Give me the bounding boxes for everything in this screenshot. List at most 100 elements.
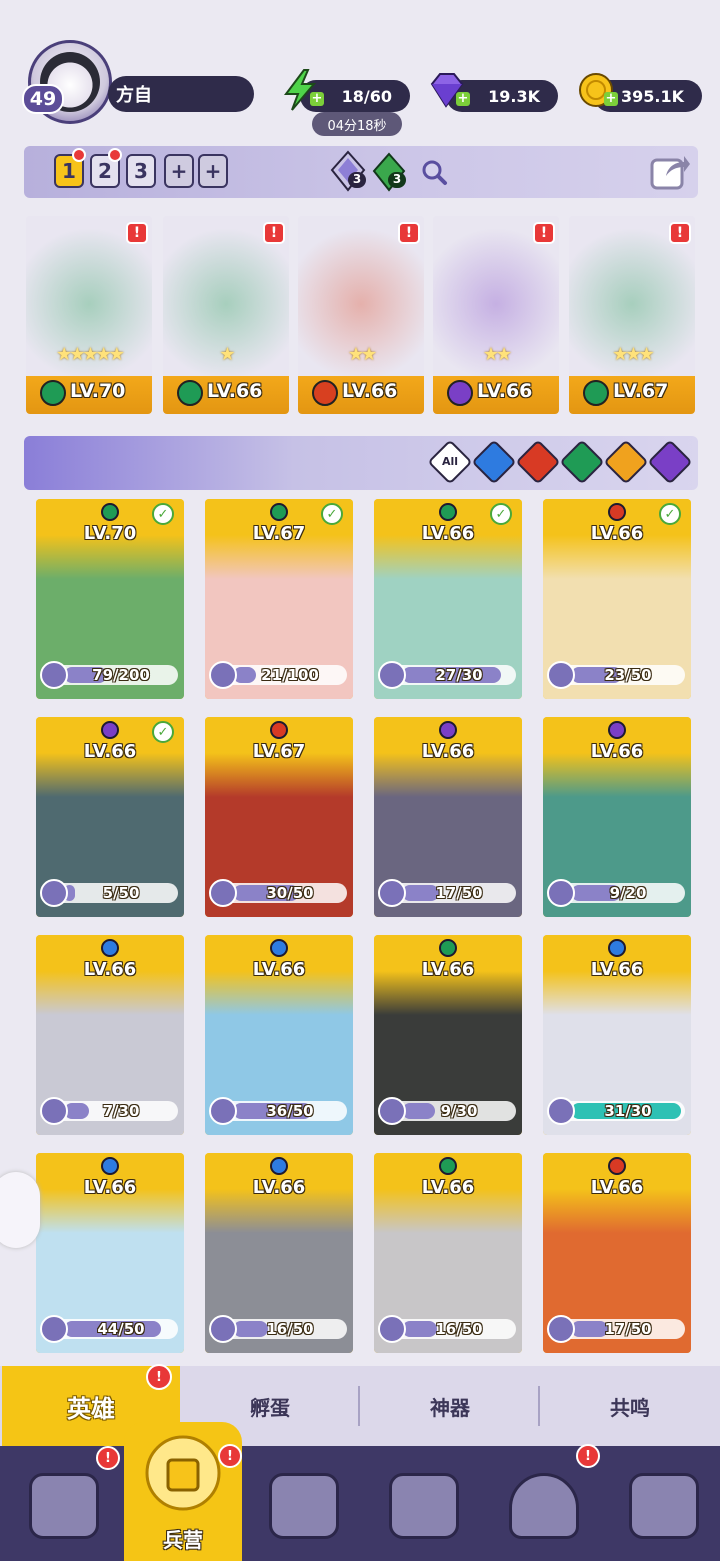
lineup-hero-card[interactable]: ★★★★★ LV.70! (26, 216, 152, 414)
tab-artifacts[interactable]: 神器 (360, 1366, 540, 1446)
team-slot-3[interactable]: 3 (126, 154, 156, 188)
hero-card[interactable]: ✓ LV.66 5/50 (36, 717, 184, 917)
shard-icon (209, 661, 237, 689)
tab-resonance[interactable]: 共鸣 (540, 1366, 720, 1446)
lineup-hero-card[interactable]: ★★ LV.66! (433, 216, 559, 414)
purple-crystal-count: 3 (348, 172, 366, 188)
book-icon (269, 1473, 339, 1539)
team-slot-2-alert (108, 148, 122, 162)
hero-level: LV.67 (252, 523, 306, 544)
hero-card[interactable]: LV.66 7/30 (36, 935, 184, 1135)
nav-guild[interactable] (614, 1458, 714, 1554)
floating-helper-avatar[interactable] (0, 1172, 40, 1248)
hero-level: LV.66 (83, 959, 137, 980)
water-element-icon (101, 939, 119, 957)
add-gems-icon[interactable]: + (456, 92, 470, 106)
shard-count: 17/50 (435, 884, 483, 902)
dark-element-icon (439, 721, 457, 739)
wind-element-icon (270, 503, 288, 521)
hero-level: LV.66 (421, 523, 475, 544)
nav-cards-alert: ! (96, 1446, 120, 1470)
cards-icon (29, 1473, 99, 1539)
hero-level: LV.66 (590, 741, 644, 762)
hero-card[interactable]: LV.66 36/50 (205, 935, 353, 1135)
hero-card[interactable]: LV.67 30/50 (205, 717, 353, 917)
shard-icon (378, 1097, 406, 1125)
nav-mushroom[interactable] (494, 1458, 594, 1554)
hero-card[interactable]: LV.66 44/50 (36, 1153, 184, 1353)
wind-element-icon (101, 503, 119, 521)
dark-element-icon (447, 380, 473, 406)
water-element-icon (270, 939, 288, 957)
gold-value: 395.1K (620, 86, 684, 106)
hero-card[interactable]: ✓ LV.66 23/50 (543, 499, 691, 699)
shard-count: 16/50 (435, 1320, 483, 1338)
fire-element-icon (608, 503, 626, 521)
hero-card[interactable]: LV.66 17/50 (374, 717, 522, 917)
hero-level: LV.66 (252, 959, 306, 980)
add-energy-icon[interactable]: + (310, 92, 324, 106)
hero-level: LV.66 (83, 741, 137, 762)
shard-icon (378, 661, 406, 689)
lineup-hero-card[interactable]: ★★ LV.66! (298, 216, 424, 414)
tab-heroes-alert: ! (146, 1364, 172, 1390)
hero-card[interactable]: LV.66 16/50 (205, 1153, 353, 1353)
upgrade-alert-icon: ! (263, 222, 285, 244)
hero-card[interactable]: LV.66 9/30 (374, 935, 522, 1135)
dark-element-icon (101, 721, 119, 739)
hero-card[interactable]: LV.66 16/50 (374, 1153, 522, 1353)
shard-icon (378, 879, 406, 907)
guild-icon (629, 1473, 699, 1539)
nav-barracks-alert: ! (218, 1444, 242, 1468)
shard-count: 9/30 (440, 1102, 478, 1120)
fire-element-icon (312, 380, 338, 406)
add-gold-icon[interactable]: + (604, 92, 618, 106)
hero-card[interactable]: ✓ LV.66 27/30 (374, 499, 522, 699)
lineup-hero-card[interactable]: ★ LV.66! (163, 216, 289, 414)
nav-shop[interactable] (374, 1458, 474, 1554)
wind-element-icon (439, 503, 457, 521)
hero-level: LV.70 (70, 380, 126, 402)
shard-count: 5/50 (102, 884, 140, 902)
hero-card[interactable]: LV.66 31/30 (543, 935, 691, 1135)
hero-card[interactable]: ✓ LV.70 79/200 (36, 499, 184, 699)
zoom-icon[interactable] (420, 158, 448, 186)
hero-card[interactable]: LV.66 9/20 (543, 717, 691, 917)
in-team-check-icon: ✓ (321, 503, 343, 525)
fire-element-icon (270, 721, 288, 739)
hero-level: LV.67 (613, 380, 669, 402)
player-name-text: 方自 (116, 85, 152, 106)
nav-cards[interactable] (14, 1458, 114, 1554)
hero-card[interactable]: LV.66 17/50 (543, 1153, 691, 1353)
hero-level: LV.67 (252, 741, 306, 762)
add-team-button[interactable]: + (164, 154, 194, 188)
green-crystal-count: 3 (388, 172, 406, 188)
shard-count: 21/100 (261, 666, 319, 684)
fire-element-icon (608, 1157, 626, 1175)
nav-barracks-label: 兵营 (163, 1528, 203, 1552)
energy-value: 18/60 (341, 86, 392, 106)
shard-icon (378, 1315, 406, 1343)
upgrade-alert-icon: ! (669, 222, 691, 244)
shard-icon (40, 879, 68, 907)
shard-icon (40, 1315, 68, 1343)
hero-level: LV.66 (590, 1177, 644, 1198)
water-element-icon (270, 1157, 288, 1175)
in-team-check-icon: ✓ (490, 503, 512, 525)
share-icon[interactable] (648, 150, 692, 192)
player-level-badge: 49 (22, 84, 64, 114)
add-team-button-2[interactable]: + (198, 154, 228, 188)
in-team-check-icon: ✓ (659, 503, 681, 525)
nav-book[interactable] (254, 1458, 354, 1554)
shard-icon (209, 1315, 237, 1343)
player-name[interactable]: 方自 (108, 76, 254, 112)
hero-stars: ★ (219, 344, 235, 365)
mushroom-icon (509, 1473, 579, 1539)
shard-count: 23/50 (604, 666, 652, 684)
hero-level: LV.66 (207, 380, 263, 402)
gems-value: 19.3K (488, 86, 540, 106)
lineup-hero-card[interactable]: ★★★ LV.67! (569, 216, 695, 414)
hero-card[interactable]: ✓ LV.67 21/100 (205, 499, 353, 699)
nav-mushroom-alert: ! (576, 1444, 600, 1468)
water-element-icon (101, 1157, 119, 1175)
